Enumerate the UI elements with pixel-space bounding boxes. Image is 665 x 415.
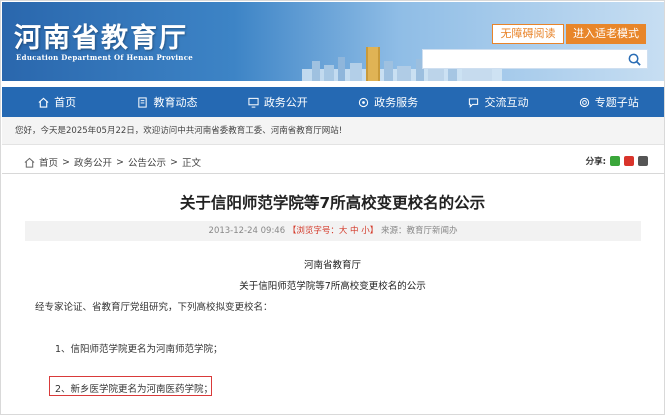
breadcrumb-separator: > [169,156,178,168]
target-icon [579,97,589,107]
breadcrumb: 首页 > 政务公开 > 公告公示 > 正文 [24,155,201,169]
article-list-item: 1、信阳师范学院更名为河南师范学院； [55,344,223,355]
home-icon [38,97,49,108]
nav-item-home[interactable]: 首页 [2,87,112,117]
search-input[interactable] [422,49,648,69]
chat-icon [469,97,479,108]
nav-label: 政务服务 [374,96,419,109]
print-icon[interactable] [638,156,648,166]
share-bar: 分享: [586,155,648,167]
wechat-share-icon[interactable] [610,156,620,166]
breadcrumb-government-affairs[interactable]: 政务公开 [74,155,112,169]
share-label: 分享: [585,157,606,167]
article-org: 河南省教育厅 [303,260,361,271]
nav-label: 首页 [54,96,77,109]
main-nav: 首页 教育动态 政务公开 政务服务 交流互动 专题子站 [2,87,664,117]
article-date: 2013-12-24 09:46 [208,226,286,236]
welcome-message: 您好，今天是2025年05月22日，欢迎访问中共河南省委教育工委、河南省教育厅网… [2,117,664,145]
breadcrumb-home[interactable]: 首页 [39,155,58,169]
nav-label: 交流互动 [484,96,529,109]
article-intro: 经专家论证、省教育厅党组研究，下列高校拟变更校名： [35,302,273,313]
site-logo-title[interactable]: 河南省教育厅 [14,16,188,55]
article-source: 来源：教育厅新闻办 [380,226,458,236]
breadcrumb-current: 正文 [181,158,201,169]
accessibility-reading-button[interactable]: 无障碍阅读 [492,24,564,44]
font-size-selector[interactable]: 【浏览字号：大 中 小】 [288,226,378,236]
article-meta: 2013-12-24 09:46 【浏览字号：大 中 小】 来源：教育厅新闻办 [25,221,641,241]
search-icon[interactable] [627,52,642,67]
monitor-icon [248,97,259,108]
browser-page: 河南省教育厅 Education Department Of Henan Pro… [0,0,665,415]
breadcrumb-announcements[interactable]: 公告公示 [128,155,166,169]
site-header: 河南省教育厅 Education Department Of Henan Pro… [2,2,664,81]
nav-label: 政务公开 [263,96,308,109]
nav-item-education-news[interactable]: 教育动态 [112,87,222,117]
nav-label: 教育动态 [153,96,198,109]
nav-item-government-affairs[interactable]: 政务公开 [223,87,333,117]
article-subtitle: 关于信阳师范学院等7所高校变更校名的公示 [239,281,426,292]
nav-item-interaction[interactable]: 交流互动 [443,87,553,117]
breadcrumb-separator: > [62,156,70,168]
document-icon [138,96,148,108]
nav-label: 专题子站 [594,96,639,109]
breadcrumb-separator: > [116,156,124,168]
service-icon [359,97,369,107]
elder-mode-button[interactable]: 进入适老模式 [566,24,646,44]
highlight-box [49,376,212,396]
nav-item-special-sites[interactable]: 专题子站 [554,87,664,117]
site-logo-subtitle: Education Department Of Henan Province [16,53,194,62]
breadcrumb-bar: 首页 > 政务公开 > 公告公示 > 正文 分享: [2,151,664,174]
nav-item-government-services[interactable]: 政务服务 [333,87,443,117]
home-icon [24,157,35,168]
weibo-share-icon[interactable] [624,156,634,166]
article-title: 关于信阳师范学院等7所高校变更校名的公示 [179,194,486,212]
